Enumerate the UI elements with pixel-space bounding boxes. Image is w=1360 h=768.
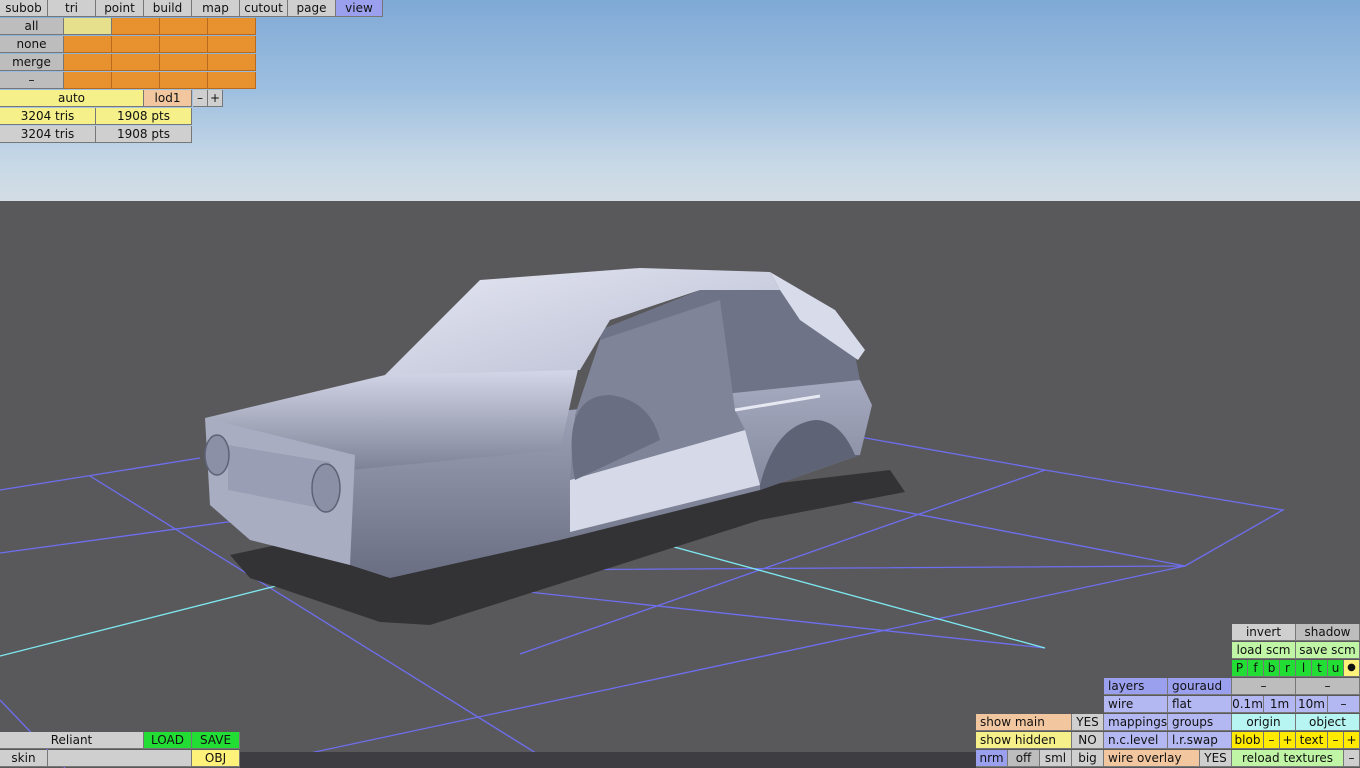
normals-small-button[interactable]: sml [1040,750,1072,767]
layer-slot[interactable] [112,54,160,71]
save-button[interactable]: SAVE [192,732,240,749]
text-button[interactable]: text [1296,732,1328,749]
flat-button[interactable]: flat [1168,696,1232,713]
layer-toggle-r[interactable]: r [1280,660,1296,677]
layer-slot[interactable] [64,36,112,53]
merge-button[interactable]: merge [0,54,64,71]
layer-slot[interactable] [64,72,112,89]
tab-build[interactable]: build [144,0,192,17]
layer-slot[interactable] [112,36,160,53]
blob-decrease-button[interactable]: – [1264,732,1280,749]
reload-minus-button[interactable]: – [1344,750,1360,767]
bottom-strip [240,752,976,768]
selection-minus-button[interactable]: – [0,72,64,89]
grid-minus-button[interactable]: – [1328,696,1360,713]
skin-label: skin [0,750,48,767]
tri-count: 3204 tris [0,108,96,125]
lod-mode-button[interactable]: auto [0,90,144,107]
layer-slot[interactable] [160,54,208,71]
mappings-button[interactable]: mappings [1104,714,1168,731]
tab-map[interactable]: map [192,0,240,17]
point-count: 1908 pts [96,108,192,125]
layer-toggle-l[interactable]: l [1296,660,1312,677]
grid-0-1m-button[interactable]: 0.1m [1232,696,1264,713]
nc-level-button[interactable]: n.c.level [1104,732,1168,749]
groups-button[interactable]: groups [1168,714,1232,731]
reload-textures-button[interactable]: reload textures [1232,750,1344,767]
show-main-button[interactable]: show main [976,714,1072,731]
select-all-button[interactable]: all [0,18,64,35]
layer-slot[interactable] [208,18,256,35]
lod-decrease-button[interactable]: – [193,90,208,107]
layer-slot[interactable] [160,18,208,35]
dot-icon[interactable]: ● [1344,660,1360,677]
tab-point[interactable]: point [96,0,144,17]
wire-button[interactable]: wire [1104,696,1168,713]
car-model [204,268,872,578]
tab-tri[interactable]: tri [48,0,96,17]
select-none-button[interactable]: none [0,36,64,53]
layer-slot[interactable] [112,72,160,89]
tab-subob[interactable]: subob [0,0,48,17]
minus-button-left[interactable]: – [1232,678,1296,695]
layer-toggle-t[interactable]: t [1312,660,1328,677]
lod-increase-button[interactable]: + [208,90,223,107]
text-decrease-button[interactable]: – [1328,732,1344,749]
layer-slot[interactable] [208,36,256,53]
wire-overlay-button[interactable]: wire overlay [1104,750,1200,767]
skin-field[interactable] [48,750,192,767]
wire-overlay-value[interactable]: YES [1200,750,1232,767]
layer-toggle-u[interactable]: u [1328,660,1344,677]
blob-button[interactable]: blob [1232,732,1264,749]
object-button[interactable]: object [1296,714,1360,731]
gouraud-button[interactable]: gouraud [1168,678,1232,695]
tab-cutout[interactable]: cutout [240,0,288,17]
show-main-value[interactable]: YES [1072,714,1104,731]
layer-toggle-b[interactable]: b [1264,660,1280,677]
model-name-field[interactable]: Reliant [0,732,144,749]
grid-1m-button[interactable]: 1m [1264,696,1296,713]
layer-slot[interactable] [208,72,256,89]
tri-count-total: 3204 tris [0,126,96,143]
layer-slot[interactable] [112,18,160,35]
invert-button[interactable]: invert [1232,624,1296,641]
lr-swap-button[interactable]: l.r.swap [1168,732,1232,749]
format-button[interactable]: OBJ [192,750,240,767]
layer-slot[interactable] [208,54,256,71]
shadow-button[interactable]: shadow [1296,624,1360,641]
show-hidden-value[interactable]: NO [1072,732,1104,749]
layer-slot[interactable] [160,72,208,89]
layer-toggle-f[interactable]: f [1248,660,1264,677]
tab-page[interactable]: page [288,0,336,17]
normals-button[interactable]: nrm [976,750,1008,767]
grid-10m-button[interactable]: 10m [1296,696,1328,713]
origin-button[interactable]: origin [1232,714,1296,731]
layer-toggle-p[interactable]: P [1232,660,1248,677]
save-scm-button[interactable]: save scm [1296,642,1360,659]
layer-slot[interactable] [64,54,112,71]
text-increase-button[interactable]: + [1344,732,1360,749]
show-hidden-button[interactable]: show hidden [976,732,1072,749]
normals-big-button[interactable]: big [1072,750,1104,767]
layer-slot[interactable] [160,36,208,53]
viewport-3d[interactable] [0,0,1360,768]
lod-level-button[interactable]: lod1 [144,90,192,107]
layer-slot[interactable] [64,18,112,35]
load-button[interactable]: LOAD [144,732,192,749]
load-scm-button[interactable]: load scm [1232,642,1296,659]
normals-off-button[interactable]: off [1008,750,1040,767]
minus-button-right[interactable]: – [1296,678,1360,695]
blob-increase-button[interactable]: + [1280,732,1296,749]
tab-view[interactable]: view [336,0,383,17]
point-count-total: 1908 pts [96,126,192,143]
layers-button[interactable]: layers [1104,678,1168,695]
